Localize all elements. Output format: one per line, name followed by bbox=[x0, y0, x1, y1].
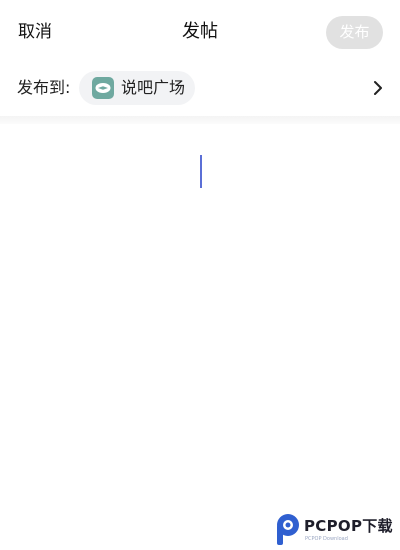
post-content-editor[interactable] bbox=[0, 124, 400, 504]
channel-name: 说吧广场 bbox=[121, 78, 186, 97]
text-cursor bbox=[200, 155, 202, 188]
pcpop-logo-icon bbox=[277, 514, 299, 545]
section-divider bbox=[0, 116, 400, 124]
channel-chip[interactable]: 说吧广场 bbox=[79, 71, 195, 105]
watermark-logo: PCPOP下载 PCPOP Download bbox=[274, 513, 398, 546]
watermark-subtext: PCPOP Download bbox=[305, 536, 348, 542]
publish-target-label: 发布到: bbox=[17, 78, 71, 97]
top-nav-bar: 取消 发帖 发布 bbox=[0, 0, 400, 64]
watermark-text: PCPOP下载 bbox=[304, 517, 393, 535]
post-composer-screen: 取消 发帖 发布 发布到: 说吧广场 PCPOP下载 PCPOP Downloa… bbox=[0, 0, 400, 550]
publish-button[interactable]: 发布 bbox=[326, 16, 383, 49]
chevron-right-icon[interactable] bbox=[370, 79, 386, 97]
chat-bubble-icon bbox=[92, 77, 114, 99]
publish-target-row[interactable]: 发布到: 说吧广场 bbox=[0, 64, 400, 112]
